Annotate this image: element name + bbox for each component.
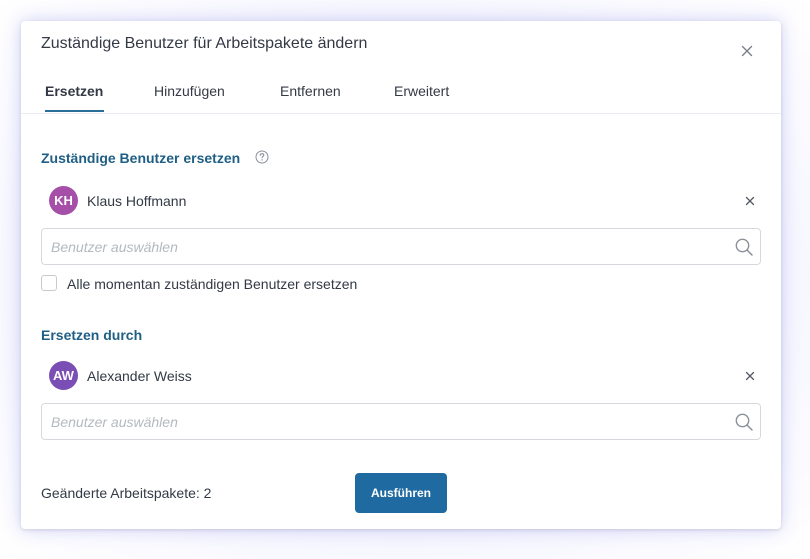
search-icon — [735, 238, 753, 256]
remove-user-button[interactable] — [743, 194, 757, 208]
close-button[interactable] — [737, 41, 757, 61]
replace-with-user-select[interactable] — [41, 403, 761, 440]
tab-hinzufuegen[interactable]: Hinzufügen — [154, 83, 225, 99]
changed-work-packages-count: Geänderte Arbeitspakete: 2 — [41, 485, 212, 501]
replace-with-user-row: AW Alexander Weiss — [49, 361, 759, 391]
replace-all-checkbox-row[interactable]: Alle momentan zuständigen Benutzer erset… — [41, 274, 441, 294]
replace-with-section-title: Ersetzen durch — [41, 327, 143, 343]
avatar: AW — [49, 361, 78, 390]
page-background: Zuständige Benutzer für Arbeitspakete än… — [0, 0, 810, 559]
tab-entfernen[interactable]: Entfernen — [280, 83, 341, 99]
active-tab-indicator — [45, 110, 104, 112]
user-search-input[interactable] — [51, 404, 711, 439]
remove-user-button[interactable] — [743, 369, 757, 383]
question-circle-icon — [255, 150, 269, 164]
tab-bar: Ersetzen Hinzufügen Entfernen Erweitert — [21, 79, 781, 114]
replace-all-checkbox[interactable] — [41, 275, 57, 291]
search-icon — [735, 413, 753, 431]
close-icon — [741, 45, 753, 57]
replace-user-select[interactable] — [41, 228, 761, 265]
execute-button[interactable]: Ausführen — [355, 473, 447, 513]
replace-user-row: KH Klaus Hoffmann — [49, 186, 759, 216]
close-icon — [745, 371, 755, 381]
user-name: Klaus Hoffmann — [87, 193, 187, 209]
checkbox-label: Alle momentan zuständigen Benutzer erset… — [67, 276, 358, 292]
dialog-title: Zuständige Benutzer für Arbeitspakete än… — [41, 35, 368, 52]
avatar: KH — [49, 186, 78, 215]
tab-erweitert[interactable]: Erweitert — [394, 83, 449, 99]
help-icon[interactable] — [255, 150, 269, 164]
user-search-input[interactable] — [51, 229, 711, 264]
replace-section-title: Zuständige Benutzer ersetzen — [41, 150, 241, 166]
bulk-assignee-dialog: Zuständige Benutzer für Arbeitspakete än… — [21, 21, 781, 529]
user-name: Alexander Weiss — [87, 368, 192, 384]
tab-ersetzen[interactable]: Ersetzen — [45, 83, 103, 99]
close-icon — [745, 196, 755, 206]
